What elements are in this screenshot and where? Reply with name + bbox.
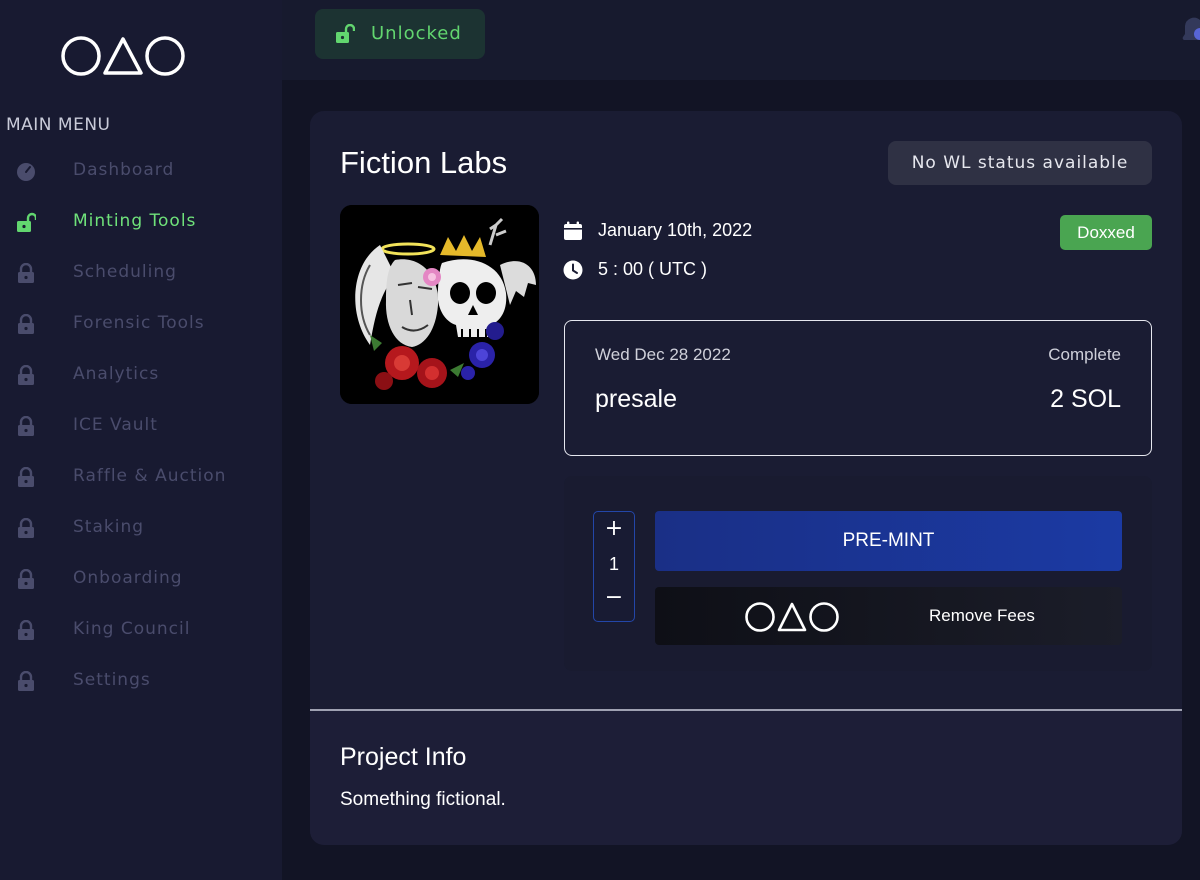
wl-status-badge: No WL status available (888, 141, 1152, 185)
sidebar-item-label: Raffle & Auction (73, 466, 227, 486)
quantity-stepper: + 1 − (593, 511, 635, 622)
sidebar-item-forensic-tools[interactable]: Forensic Tools (0, 299, 282, 350)
lock-icon (18, 314, 34, 334)
pre-mint-button[interactable]: PRE-MINT (655, 511, 1122, 571)
sidebar-item-label: Settings (73, 670, 151, 690)
sidebar-item-minting-tools[interactable]: Minting Tools (0, 197, 282, 248)
lock-icon (18, 569, 34, 589)
mint-phase-box: Wed Dec 28 2022 Complete presale 2 SOL (564, 320, 1152, 456)
launch-date: January 10th, 2022 (598, 220, 753, 240)
sidebar: MAIN MENU Dashboard Minting Tools Scheduli… (0, 0, 282, 880)
lock-icon (18, 620, 34, 640)
launch-time: 5 : 00 ( UTC ) (598, 259, 708, 279)
phase-status: Complete (1048, 345, 1121, 364)
bell-icon[interactable] (1176, 14, 1200, 48)
phase-date: Wed Dec 28 2022 (595, 345, 731, 364)
project-info-title: Project Info (340, 743, 467, 771)
sidebar-item-label: Analytics (73, 364, 160, 384)
unlocked-status-pill[interactable]: Unlocked (315, 9, 485, 59)
project-artwork-image (340, 205, 539, 404)
sidebar-item-settings[interactable]: Settings (0, 656, 282, 707)
remove-fees-label: Remove Fees (929, 606, 1035, 625)
sidebar-item-analytics[interactable]: Analytics (0, 350, 282, 401)
unlocked-icon (336, 24, 355, 43)
top-bar: Unlocked (282, 0, 1200, 80)
unlocked-label: Unlocked (371, 23, 462, 44)
lock-icon (18, 467, 34, 487)
sidebar-item-king-council[interactable]: King Council (0, 605, 282, 656)
sidebar-item-onboarding[interactable]: Onboarding (0, 554, 282, 605)
unlocked-icon (17, 212, 36, 232)
sidebar-item-label: Dashboard (73, 160, 175, 180)
project-image (340, 205, 539, 404)
increment-button[interactable]: + (594, 516, 634, 541)
phase-name: presale (595, 385, 677, 413)
project-info-section: Project Info Something fictional. (310, 711, 1182, 845)
sidebar-item-label: Onboarding (73, 568, 183, 588)
project-info-text: Something fictional. (340, 789, 506, 810)
logo-icon (745, 602, 839, 632)
doxxed-badge: Doxxed (1060, 215, 1152, 250)
sidebar-item-label: King Council (73, 619, 191, 639)
lock-icon (18, 263, 34, 283)
sidebar-item-staking[interactable]: Staking (0, 503, 282, 554)
logo-icon[interactable] (60, 35, 186, 77)
sidebar-item-dashboard[interactable]: Dashboard (0, 146, 282, 197)
quantity-value: 1 (608, 554, 619, 574)
project-title: Fiction Labs (340, 145, 508, 180)
launch-date-row: January 10th, 2022 (563, 220, 752, 241)
remove-fees-button[interactable]: Remove Fees (655, 587, 1122, 645)
sidebar-item-ice-vault[interactable]: ICE Vault (0, 401, 282, 452)
main-menu: Dashboard Minting Tools Scheduling Forensic… (0, 146, 282, 707)
launch-time-row: 5 : 00 ( UTC ) (563, 259, 707, 280)
lock-icon (18, 518, 34, 538)
calendar-icon (564, 221, 582, 240)
sidebar-item-label: Scheduling (73, 262, 177, 282)
main-menu-title: MAIN MENU (6, 115, 111, 135)
sidebar-item-label: ICE Vault (73, 415, 158, 435)
lock-icon (18, 365, 34, 385)
lock-icon (18, 671, 34, 691)
gauge-icon (17, 163, 35, 181)
sidebar-item-raffle-auction[interactable]: Raffle & Auction (0, 452, 282, 503)
sidebar-item-scheduling[interactable]: Scheduling (0, 248, 282, 299)
clock-icon (563, 260, 583, 279)
mint-panel: + 1 − PRE-MINT Remove Fees (564, 476, 1152, 671)
project-card: Fiction Labs No WL status available Janu… (310, 111, 1182, 845)
phase-price: 2 SOL (1050, 385, 1121, 413)
lock-icon (18, 416, 34, 436)
decrement-button[interactable]: − (594, 585, 634, 610)
sidebar-item-label: Forensic Tools (73, 313, 205, 333)
sidebar-item-label: Staking (73, 517, 145, 537)
sidebar-item-label: Minting Tools (73, 211, 197, 231)
